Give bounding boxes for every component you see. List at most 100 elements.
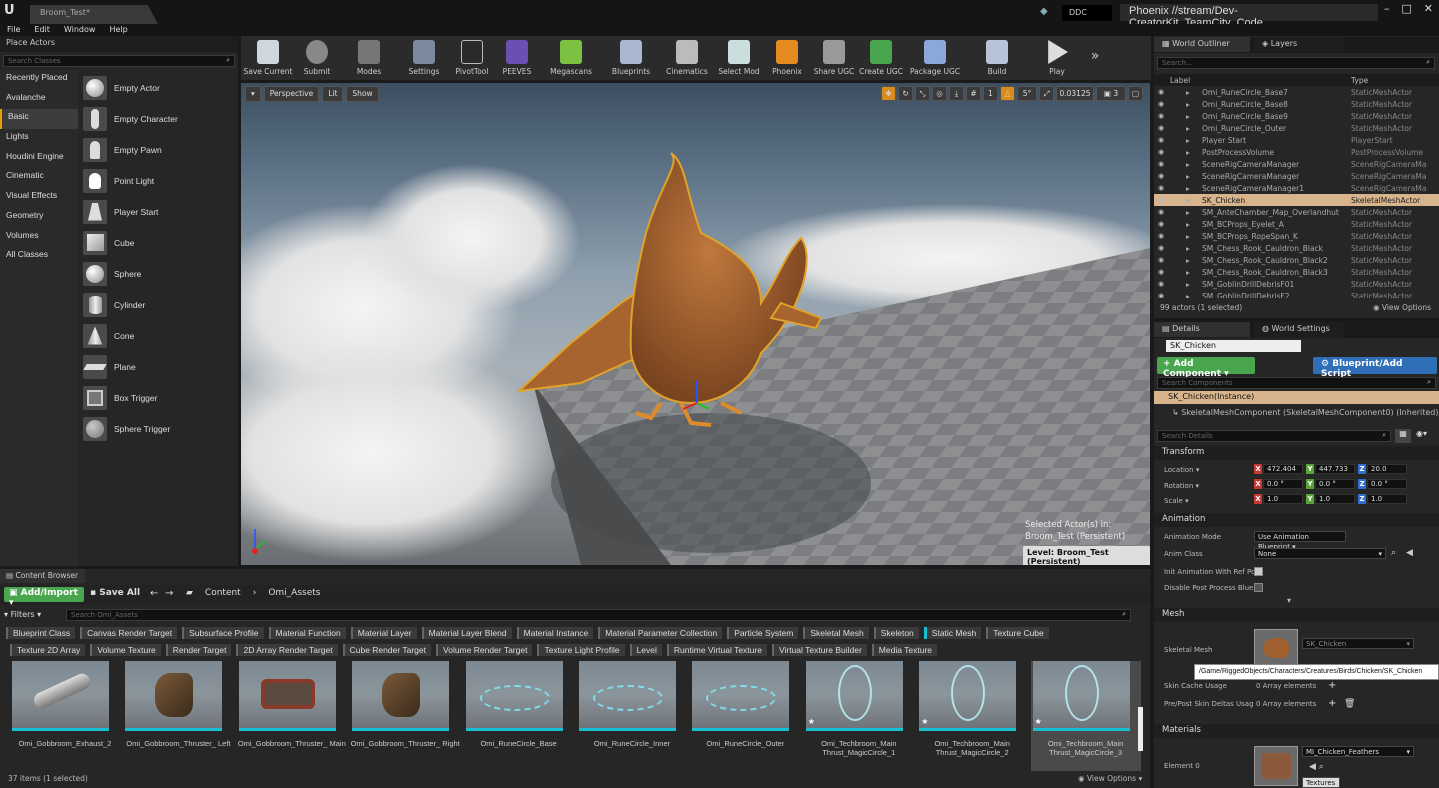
- browse-icon[interactable]: ⌕: [1391, 548, 1396, 558]
- breadcrumb-content[interactable]: Content: [205, 588, 241, 598]
- maximize-button[interactable]: □: [1401, 2, 1411, 20]
- transform-section-header[interactable]: Transform: [1154, 446, 1439, 460]
- actor-item-point-light[interactable]: Point Light: [80, 165, 238, 196]
- lit-button[interactable]: Lit: [322, 86, 344, 102]
- scale-icon[interactable]: ⤡: [915, 86, 930, 101]
- add-element-icon[interactable]: +: [1328, 680, 1336, 691]
- ddc-indicator[interactable]: DDC: [1062, 5, 1112, 21]
- menu-file[interactable]: File: [0, 24, 27, 36]
- filter-chip[interactable]: Texture Cube: [986, 627, 1049, 639]
- asset-grid-scrollbar[interactable]: [1138, 707, 1143, 751]
- asset-tile[interactable]: ★ Omi_Techbroom_Main Thrust_MagicCircle_2: [917, 661, 1027, 771]
- category-visual-effects[interactable]: Visual Effects: [0, 188, 78, 208]
- document-tab[interactable]: Broom_Test*: [30, 5, 158, 24]
- column-label[interactable]: Label: [1170, 76, 1190, 85]
- actor-item-cylinder[interactable]: Cylinder: [80, 289, 238, 320]
- scl-y-field[interactable]: 1.0: [1315, 494, 1355, 504]
- unreal-logo-icon[interactable]: U: [4, 3, 16, 19]
- textures-dropdown[interactable]: Textures ▾: [1302, 777, 1340, 788]
- mesh-section-header[interactable]: Mesh: [1154, 608, 1439, 622]
- asset-tile[interactable]: Omi_Gobbroom_Thruster_ Main: [237, 661, 347, 771]
- visibility-eye-icon[interactable]: ◉: [1158, 256, 1170, 264]
- outliner-row[interactable]: ◉ ▸ Omi_RuneCircle_Base9 StaticMeshActor: [1154, 110, 1439, 122]
- use-selected-icon[interactable]: ◀: [1406, 548, 1413, 558]
- visibility-eye-icon[interactable]: ◉: [1158, 136, 1170, 144]
- filter-chip[interactable]: Subsurface Profile: [182, 627, 264, 639]
- show-button[interactable]: Show: [346, 86, 379, 102]
- outliner-row[interactable]: ◉ ▸ SceneRigCameraManager SceneRigCameraMa: [1154, 170, 1439, 182]
- skeletal-mesh-dropdown[interactable]: SK_Chicken ▾: [1302, 638, 1414, 649]
- materials-section-header[interactable]: Materials: [1154, 724, 1439, 738]
- megascans-button[interactable]: Megascans: [539, 36, 603, 80]
- category-houdini-engine[interactable]: Houdini Engine: [0, 149, 78, 169]
- filter-chip[interactable]: Static Mesh: [923, 627, 982, 639]
- category-lights[interactable]: Lights: [0, 129, 78, 149]
- surface-snap-icon[interactable]: ⤓: [949, 86, 964, 101]
- actor-item-plane[interactable]: Plane: [80, 351, 238, 382]
- outliner-row[interactable]: ◉ ▸ SK_Chicken SkeletalMeshActor: [1154, 194, 1439, 206]
- outliner-row[interactable]: ◉ ▸ SM_AnteChamber_Map_Overlandhut StaticMe…: [1154, 206, 1439, 218]
- skeletal-mesh-component-row[interactable]: ↳ SkeletalMeshComponent (SkeletalMeshCom…: [1172, 408, 1439, 417]
- asset-tile[interactable]: Omi_RuneCircle_Inner: [577, 661, 687, 771]
- select-mod-button[interactable]: Select Mod: [715, 36, 763, 80]
- filters-button[interactable]: ▾ Filters ▾: [4, 610, 41, 619]
- grid-size-icon[interactable]: 1: [983, 86, 998, 101]
- peeves-button[interactable]: PEEVES: [495, 36, 539, 80]
- filter-chip[interactable]: Level: [629, 644, 662, 656]
- modes-button[interactable]: Modes: [339, 36, 399, 80]
- filter-chip[interactable]: Material Function: [268, 627, 346, 639]
- visibility-eye-icon[interactable]: ◉: [1158, 184, 1170, 192]
- blueprint-add-script-button[interactable]: ⚙ Blueprint/Add Script: [1313, 357, 1437, 379]
- rot-z-field[interactable]: 0.0 °: [1367, 479, 1407, 489]
- actor-item-empty-actor[interactable]: Empty Actor: [80, 72, 238, 103]
- outliner-row[interactable]: ◉ ▸ SceneRigCameraManager1 SceneRigCameraMa: [1154, 182, 1439, 194]
- search-classes-input[interactable]: Search Classes ⌕: [3, 55, 235, 67]
- visibility-eye-icon[interactable]: ◉: [1158, 268, 1170, 276]
- save-all-button[interactable]: ▪ Save All: [90, 588, 140, 598]
- create-ugc-button[interactable]: Create UGC: [857, 36, 905, 80]
- camera-speed-button[interactable]: ▣ 3: [1096, 86, 1126, 101]
- translate-icon[interactable]: ✥: [881, 86, 896, 101]
- category-geometry[interactable]: Geometry: [0, 208, 78, 228]
- actor-item-cone[interactable]: Cone: [80, 320, 238, 351]
- outliner-search-input[interactable]: Search... ⌕: [1157, 57, 1435, 69]
- close-button[interactable]: ✕: [1424, 2, 1433, 20]
- filter-chip[interactable]: Blueprint Class: [6, 627, 76, 639]
- filter-chip[interactable]: Material Instance: [516, 627, 594, 639]
- outliner-view-options[interactable]: ◉ View Options: [1373, 303, 1431, 312]
- outliner-row[interactable]: ◉ ▸ SM_GoblinDrillDebrisF2 StaticMeshActor: [1154, 290, 1439, 299]
- filter-chip[interactable]: Material Layer Blend: [421, 627, 512, 639]
- filter-chip[interactable]: Volume Texture: [90, 644, 161, 656]
- outliner-row[interactable]: ◉ ▸ SM_BCProps_RopeSpan_K StaticMeshActor: [1154, 230, 1439, 242]
- loc-y-field[interactable]: 447.733: [1315, 464, 1355, 474]
- expand-advanced-icon[interactable]: ▾: [1287, 596, 1291, 605]
- build-button[interactable]: Build: [965, 36, 1029, 80]
- world-local-icon[interactable]: ◎: [932, 86, 947, 101]
- actor-item-empty-character[interactable]: Empty Character: [80, 103, 238, 134]
- init-animation-checkbox[interactable]: [1254, 567, 1263, 576]
- category-all-classes[interactable]: All Classes: [0, 247, 78, 267]
- visibility-eye-icon[interactable]: ◉: [1158, 280, 1170, 288]
- viewport-options-button[interactable]: ▾: [245, 86, 261, 102]
- actor-item-sphere-trigger[interactable]: Sphere Trigger: [80, 413, 238, 444]
- asset-tile[interactable]: Omi_Gobbroom_Thruster_ Right: [350, 661, 460, 771]
- visibility-eye-icon[interactable]: ◉: [1158, 172, 1170, 180]
- grid-view-icon[interactable]: ▦: [1395, 429, 1411, 443]
- trash-icon[interactable]: 🗑: [1344, 699, 1355, 709]
- outliner-row[interactable]: ◉ ▸ Omi_RuneCircle_Base8 StaticMeshActor: [1154, 98, 1439, 110]
- outliner-row[interactable]: ◉ ▸ SM_Chess_Rook_Cauldron_Black2 StaticMes…: [1154, 254, 1439, 266]
- add-component-button[interactable]: + Add Component ▾: [1157, 357, 1255, 379]
- outliner-row[interactable]: ◉ ▸ PostProcessVolume PostProcessVolume: [1154, 146, 1439, 158]
- rot-y-field[interactable]: 0.0 °: [1315, 479, 1355, 489]
- add-element-icon[interactable]: +: [1328, 698, 1336, 709]
- outliner-row[interactable]: ◉ ▸ SM_Chess_Rook_Cauldron_Black StaticMesh…: [1154, 242, 1439, 254]
- asset-search-input[interactable]: Search Omi_Assets ⌕: [66, 609, 1131, 621]
- outliner-row[interactable]: ◉ ▸ Player Start PlayerStart: [1154, 134, 1439, 146]
- tab-content-browser[interactable]: ▤ Content Browser: [0, 569, 85, 583]
- filter-chip[interactable]: Virtual Texture Builder: [771, 644, 867, 656]
- back-arrow-icon[interactable]: ←: [150, 588, 158, 599]
- category-cinematic[interactable]: Cinematic: [0, 168, 78, 188]
- rotate-snap-icon[interactable]: △: [1000, 86, 1015, 101]
- toolbar-overflow-button[interactable]: »: [1085, 36, 1105, 80]
- filter-chip[interactable]: Particle System: [727, 627, 799, 639]
